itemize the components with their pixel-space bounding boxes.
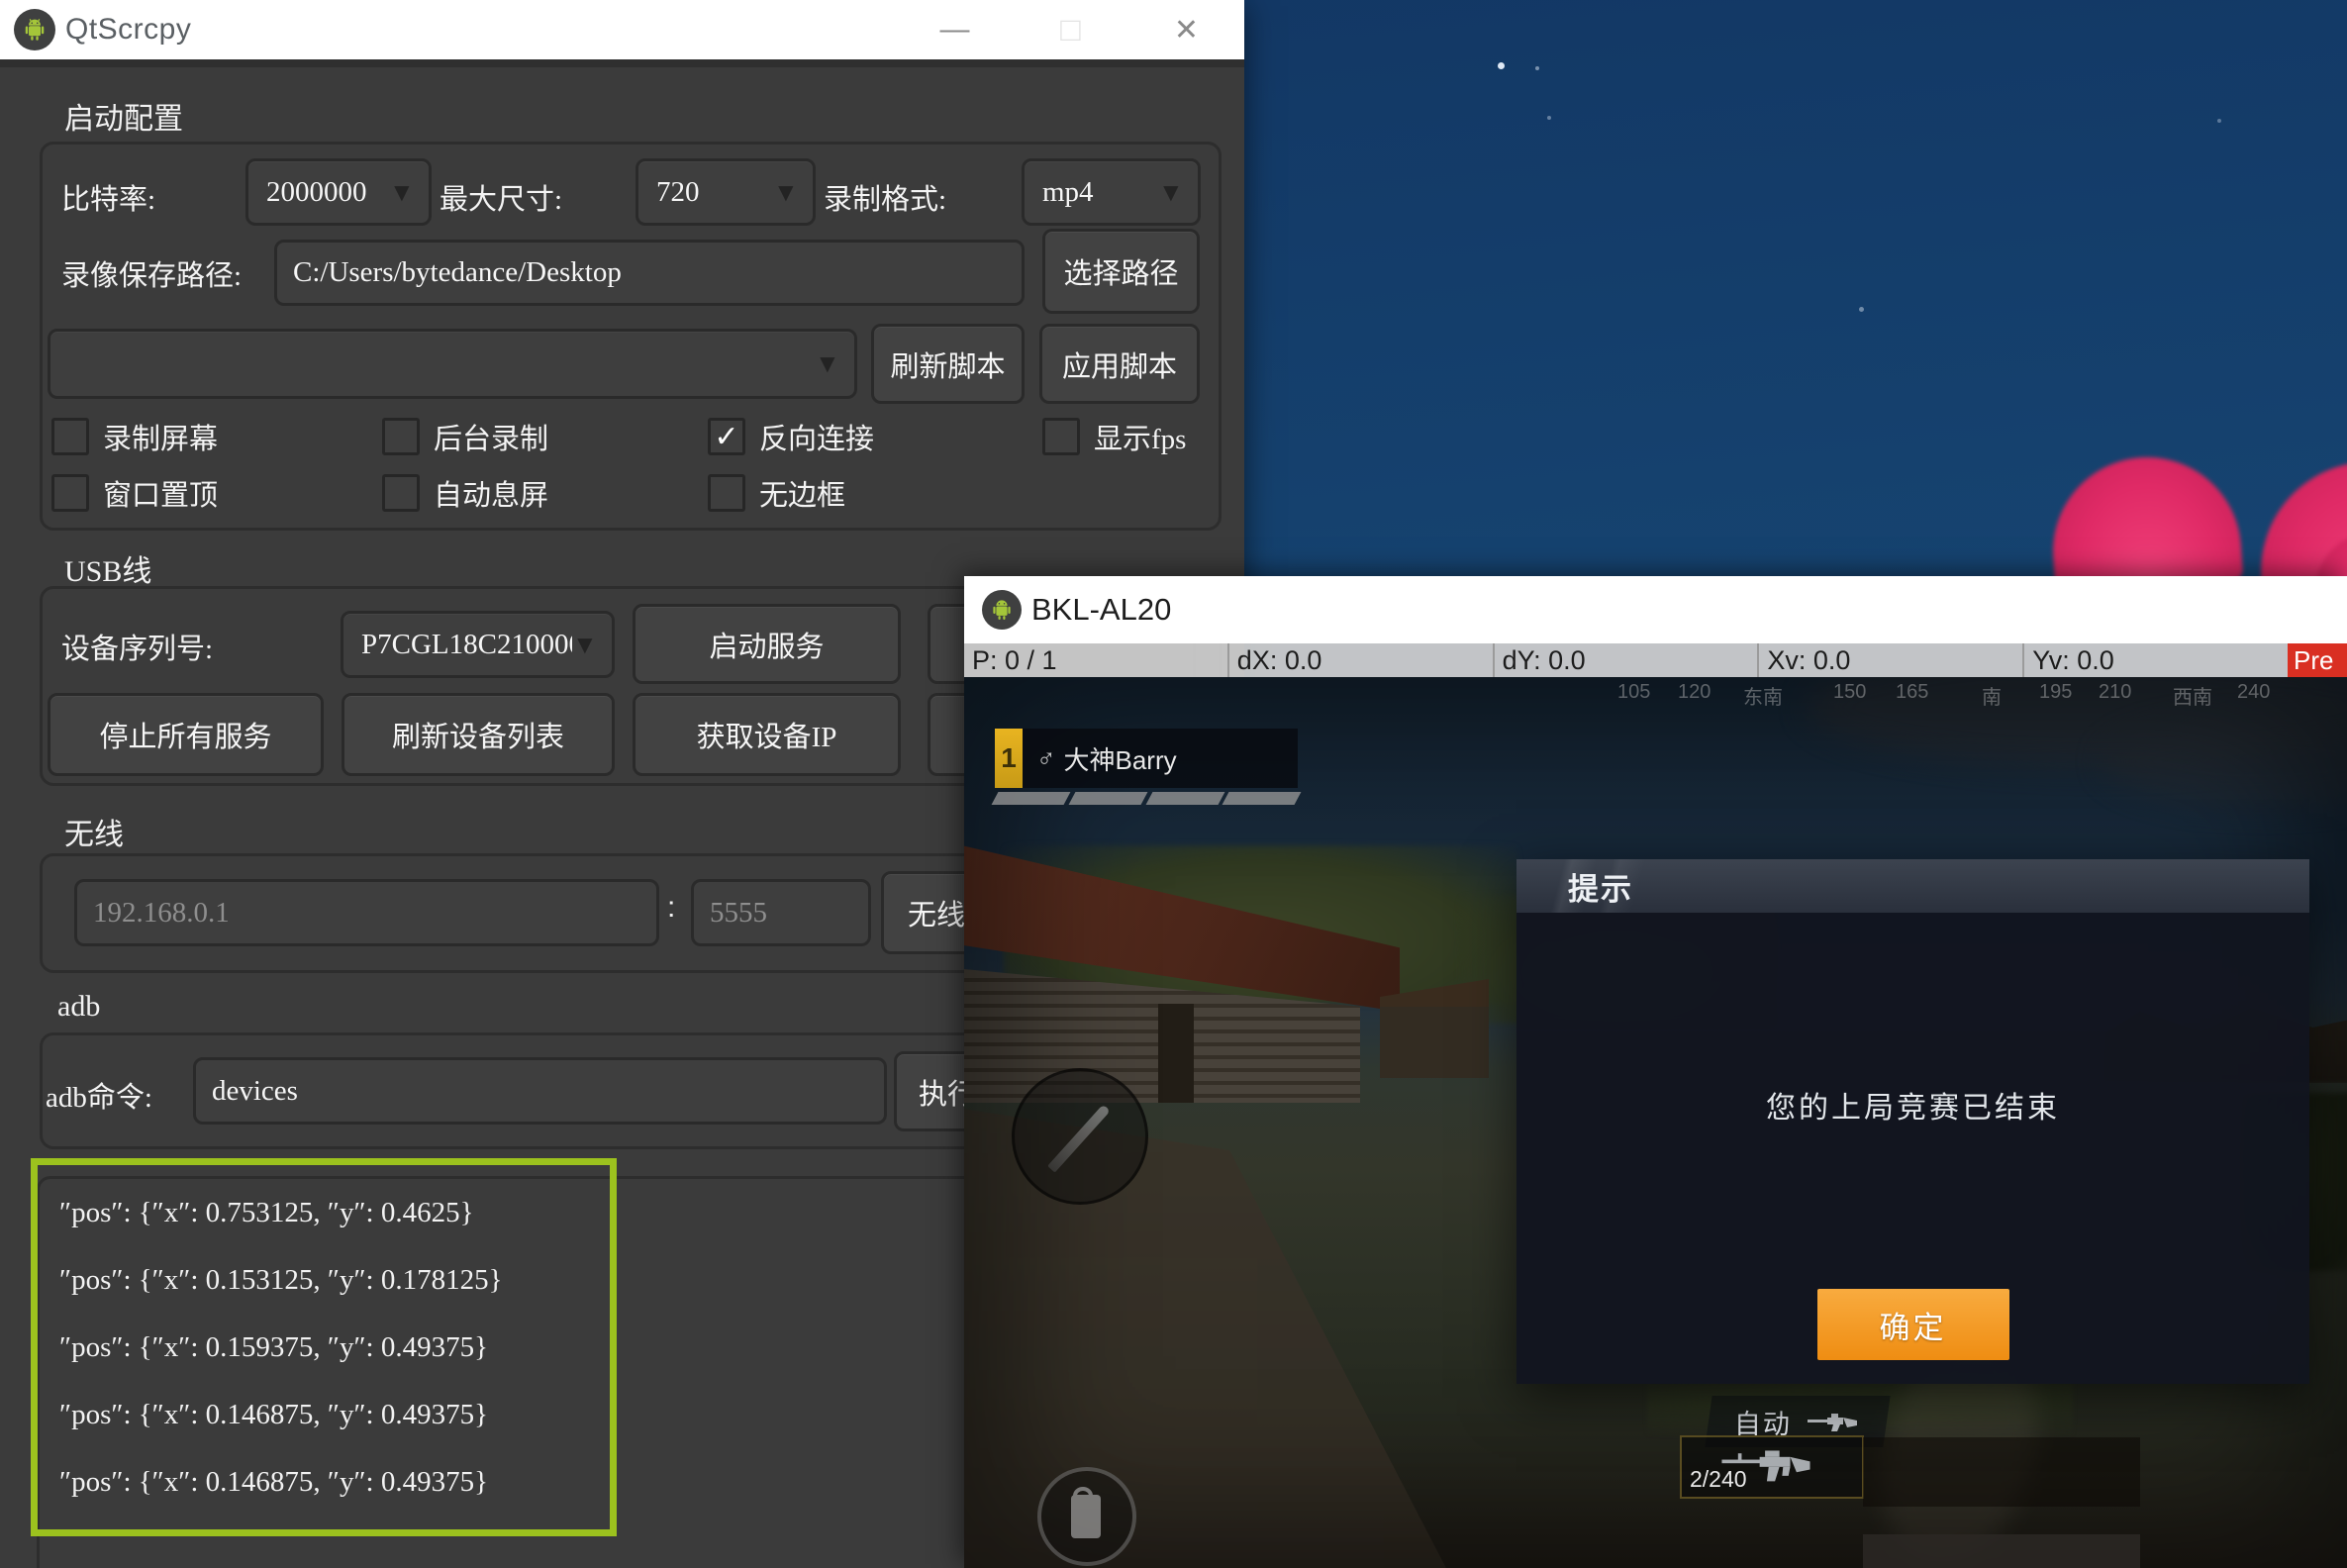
window-controls: — □ ✕ xyxy=(897,0,1244,59)
device-mirror-window: BKL-AL20 P: 0 / 1 dX: 0.0 dY: 0.0 Xv: 0.… xyxy=(964,576,2347,1568)
serial-label: 设备序列号: xyxy=(61,626,213,667)
consumable-item-button[interactable] xyxy=(1037,1467,1136,1566)
dialog-ok-button[interactable]: 确定 xyxy=(1817,1289,2009,1360)
chevron-down-icon: ▼ xyxy=(1158,177,1198,208)
device-window-title: BKL-AL20 xyxy=(1031,592,1171,628)
grenade-icon xyxy=(1071,1495,1101,1538)
max-size-combo[interactable]: 720▼ xyxy=(636,158,816,226)
player-banner: 1 ♂ 大神Barry xyxy=(995,729,1298,788)
pos-output-line: ″pos″: {″x″: 0.146875, ″y″: 0.49375} xyxy=(38,1466,610,1499)
device-titlebar[interactable]: BKL-AL20 xyxy=(964,576,2347,643)
checkbox-box: ✓ xyxy=(382,474,420,512)
start-service-button[interactable]: 启动服务 xyxy=(633,604,901,684)
android-icon xyxy=(14,9,55,50)
stat-pointer-count: P: 0 / 1 xyxy=(964,643,1227,677)
record-format-label: 录制格式: xyxy=(824,176,946,218)
pressed-state-badge: Pre xyxy=(2288,643,2347,677)
checkbox-window-topmost[interactable]: ✓ 窗口置顶 xyxy=(51,472,218,514)
stat-xv: Xv: 0.0 xyxy=(1757,643,2022,677)
chevron-down-icon: ▼ xyxy=(773,177,813,208)
weapon-slot-2[interactable] xyxy=(1863,1437,2140,1507)
apply-script-button[interactable]: 应用脚本 xyxy=(1039,324,1200,404)
checkbox-box: ✓ xyxy=(1042,418,1080,455)
maximize-button[interactable]: □ xyxy=(1013,0,1128,59)
save-path-label: 录像保存路径: xyxy=(61,252,242,294)
ip-port-separator: : xyxy=(667,891,675,925)
desktop: QtScrcpy — □ ✕ 启动配置 比特率: 2000000▼ 最大尺寸: … xyxy=(0,0,2347,1568)
stat-dx: dX: 0.0 xyxy=(1227,643,1493,677)
section-title-adb: adb xyxy=(57,990,100,1024)
checkbox-reverse-connect[interactable]: ✓ 反向连接 xyxy=(708,416,874,457)
checkbox-box: ✓ xyxy=(382,418,420,455)
checkbox-box: ✓ xyxy=(51,474,89,512)
dialog-title: 提示 xyxy=(1568,864,1633,909)
game-dialog: 提示 您的上局竞赛已结束 确定 xyxy=(1516,859,2309,1384)
save-path-input[interactable]: C:/Users/bytedance/Desktop xyxy=(274,240,1025,306)
knife-icon xyxy=(1047,1104,1111,1172)
player-name: ♂ 大神Barry xyxy=(1023,729,1298,788)
wireless-port-input[interactable]: 5555 xyxy=(691,879,871,946)
checkbox-show-fps[interactable]: ✓ 显示fps xyxy=(1042,416,1186,457)
weapon-slot-1[interactable]: 2/240 xyxy=(1680,1435,1864,1499)
qtscrcpy-titlebar[interactable]: QtScrcpy — □ ✕ xyxy=(0,0,1244,59)
checkbox-background-record[interactable]: ✓ 后台录制 xyxy=(382,416,548,457)
refresh-device-list-button[interactable]: 刷新设备列表 xyxy=(342,693,615,776)
melee-weapon-button[interactable] xyxy=(1012,1068,1148,1205)
checkbox-box: ✓ xyxy=(51,418,89,455)
small-gun-icon xyxy=(1808,1412,1859,1431)
script-combo[interactable]: ▼ xyxy=(48,329,857,399)
star-dot xyxy=(1498,62,1505,69)
checkbox-box: ✓ xyxy=(708,418,745,455)
health-segments xyxy=(995,792,1298,805)
adb-command-label: adb命令: xyxy=(46,1074,152,1116)
checkbox-frameless[interactable]: ✓ 无边框 xyxy=(708,472,845,514)
weapon-slot-3[interactable] xyxy=(1863,1534,2140,1568)
chevron-down-icon: ▼ xyxy=(389,177,429,208)
bitrate-combo[interactable]: 2000000▼ xyxy=(245,158,432,226)
output-console-highlighted: ″pos″: {″x″: 0.753125, ″y″: 0.4625} ″pos… xyxy=(31,1158,617,1536)
record-format-combo[interactable]: mp4▼ xyxy=(1022,158,1201,226)
serial-combo[interactable]: P7CGL18C210000▼ xyxy=(341,611,615,678)
touch-stats-bar: P: 0 / 1 dX: 0.0 dY: 0.0 Xv: 0.0 Yv: 0.0… xyxy=(964,643,2347,677)
choose-path-button[interactable]: 选择路径 xyxy=(1042,229,1200,314)
checkbox-record-screen[interactable]: ✓ 录制屏幕 xyxy=(51,416,218,457)
minimize-button[interactable]: — xyxy=(897,0,1013,59)
stop-all-services-button[interactable]: 停止所有服务 xyxy=(48,693,324,776)
dialog-message: 您的上局竞赛已结束 xyxy=(1516,1083,2309,1127)
checkbox-box: ✓ xyxy=(708,474,745,512)
stat-dy: dY: 0.0 xyxy=(1493,643,1758,677)
star-dot xyxy=(1859,307,1864,312)
max-size-label: 最大尺寸: xyxy=(440,176,562,218)
get-device-ip-button[interactable]: 获取设备IP xyxy=(633,693,901,776)
section-title-wireless: 无线 xyxy=(64,810,124,853)
stat-yv: Yv: 0.0 xyxy=(2022,643,2288,677)
chevron-down-icon: ▼ xyxy=(572,630,612,660)
chevron-down-icon: ▼ xyxy=(815,348,854,379)
close-button[interactable]: ✕ xyxy=(1128,0,1244,59)
wireless-ip-input[interactable]: 192.168.0.1 xyxy=(74,879,659,946)
section-title-launch-config: 启动配置 xyxy=(64,94,183,138)
android-icon xyxy=(982,590,1022,630)
star-dot xyxy=(1547,116,1551,120)
star-dot xyxy=(2217,119,2221,123)
rank-badge: 1 xyxy=(995,729,1023,788)
pos-output-line: ″pos″: {″x″: 0.159375, ″y″: 0.49375} xyxy=(38,1331,610,1364)
star-dot xyxy=(1535,66,1539,70)
pos-output-line: ″pos″: {″x″: 0.753125, ″y″: 0.4625} xyxy=(38,1197,610,1229)
checkbox-auto-screen-off[interactable]: ✓ 自动息屏 xyxy=(382,472,548,514)
pos-output-line: ″pos″: {″x″: 0.153125, ″y″: 0.178125} xyxy=(38,1264,610,1297)
section-title-usb: USB线 xyxy=(64,546,151,590)
ammo-count: 2/240 xyxy=(1690,1466,1747,1493)
dialog-header: 提示 xyxy=(1516,859,2309,913)
refresh-script-button[interactable]: 刷新脚本 xyxy=(871,324,1025,404)
bitrate-label: 比特率: xyxy=(61,176,155,218)
pos-output-line: ″pos″: {″x″: 0.146875, ″y″: 0.49375} xyxy=(38,1399,610,1431)
window-title: QtScrcpy xyxy=(65,13,191,47)
compass-ribbon: 105 120 东南 150 165 南 195 210 西南 240 xyxy=(964,681,2347,709)
game-screen[interactable]: 105 120 东南 150 165 南 195 210 西南 240 1 ♂ … xyxy=(964,677,2347,1568)
gender-icon: ♂ xyxy=(1036,743,1056,774)
flower-petal xyxy=(2047,451,2244,593)
adb-command-input[interactable]: devices xyxy=(193,1057,887,1125)
window-border xyxy=(0,59,1244,67)
